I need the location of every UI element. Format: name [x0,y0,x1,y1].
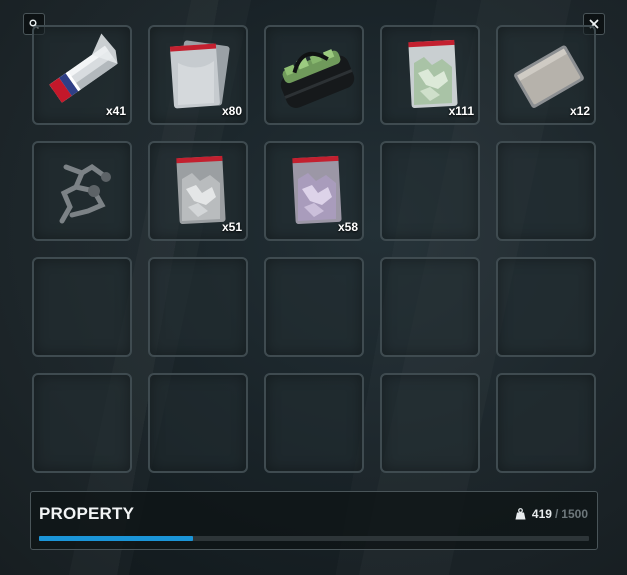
weight-max: 1500 [561,507,588,521]
inventory-slot-empty[interactable] [32,373,132,473]
inventory-slot[interactable] [264,25,364,125]
item-quantity: x58 [337,220,358,234]
capacity-bar-fill [39,536,193,541]
inventory-slot[interactable]: x111 [380,25,480,125]
inventory-slot-empty[interactable] [148,373,248,473]
capacity-bar [39,536,589,541]
inventory-slot[interactable]: x58 [264,141,364,241]
inventory-slot-empty[interactable] [148,257,248,357]
inventory-slot-empty[interactable] [380,373,480,473]
property-panel: PROPERTY 419 / 1500 [30,491,598,550]
weight-icon [515,508,526,520]
inventory-slot-empty[interactable] [380,257,480,357]
panel-title: PROPERTY [39,504,135,523]
inventory-slot-empty[interactable] [496,141,596,241]
inventory-slot-empty[interactable] [264,373,364,473]
item-quantity: x51 [221,220,242,234]
item-quantity: x80 [221,104,242,118]
inventory-slot-empty[interactable] [264,257,364,357]
inventory-slot[interactable]: x12 [496,25,596,125]
inventory-slot-empty[interactable] [496,257,596,357]
weight-readout: 419 / 1500 [515,507,588,521]
inventory-slot[interactable] [32,141,132,241]
inventory-grid: x41 x80 x111 x12 x51 x58 [32,25,596,473]
inventory-slot-empty[interactable] [32,257,132,357]
inventory-slot-empty[interactable] [496,373,596,473]
inventory-slot[interactable]: x41 [32,25,132,125]
weight-separator: / [554,507,559,521]
inventory-slot[interactable]: x80 [148,25,248,125]
inventory-slot-empty[interactable] [380,141,480,241]
cash-bag-icon [280,49,355,108]
item-quantity: x111 [448,104,474,118]
item-quantity: x41 [105,104,126,118]
item-quantity: x12 [569,104,590,118]
inventory-slot[interactable]: x51 [148,141,248,241]
weight-current: 419 [531,507,552,521]
pipe-icon [59,164,111,224]
